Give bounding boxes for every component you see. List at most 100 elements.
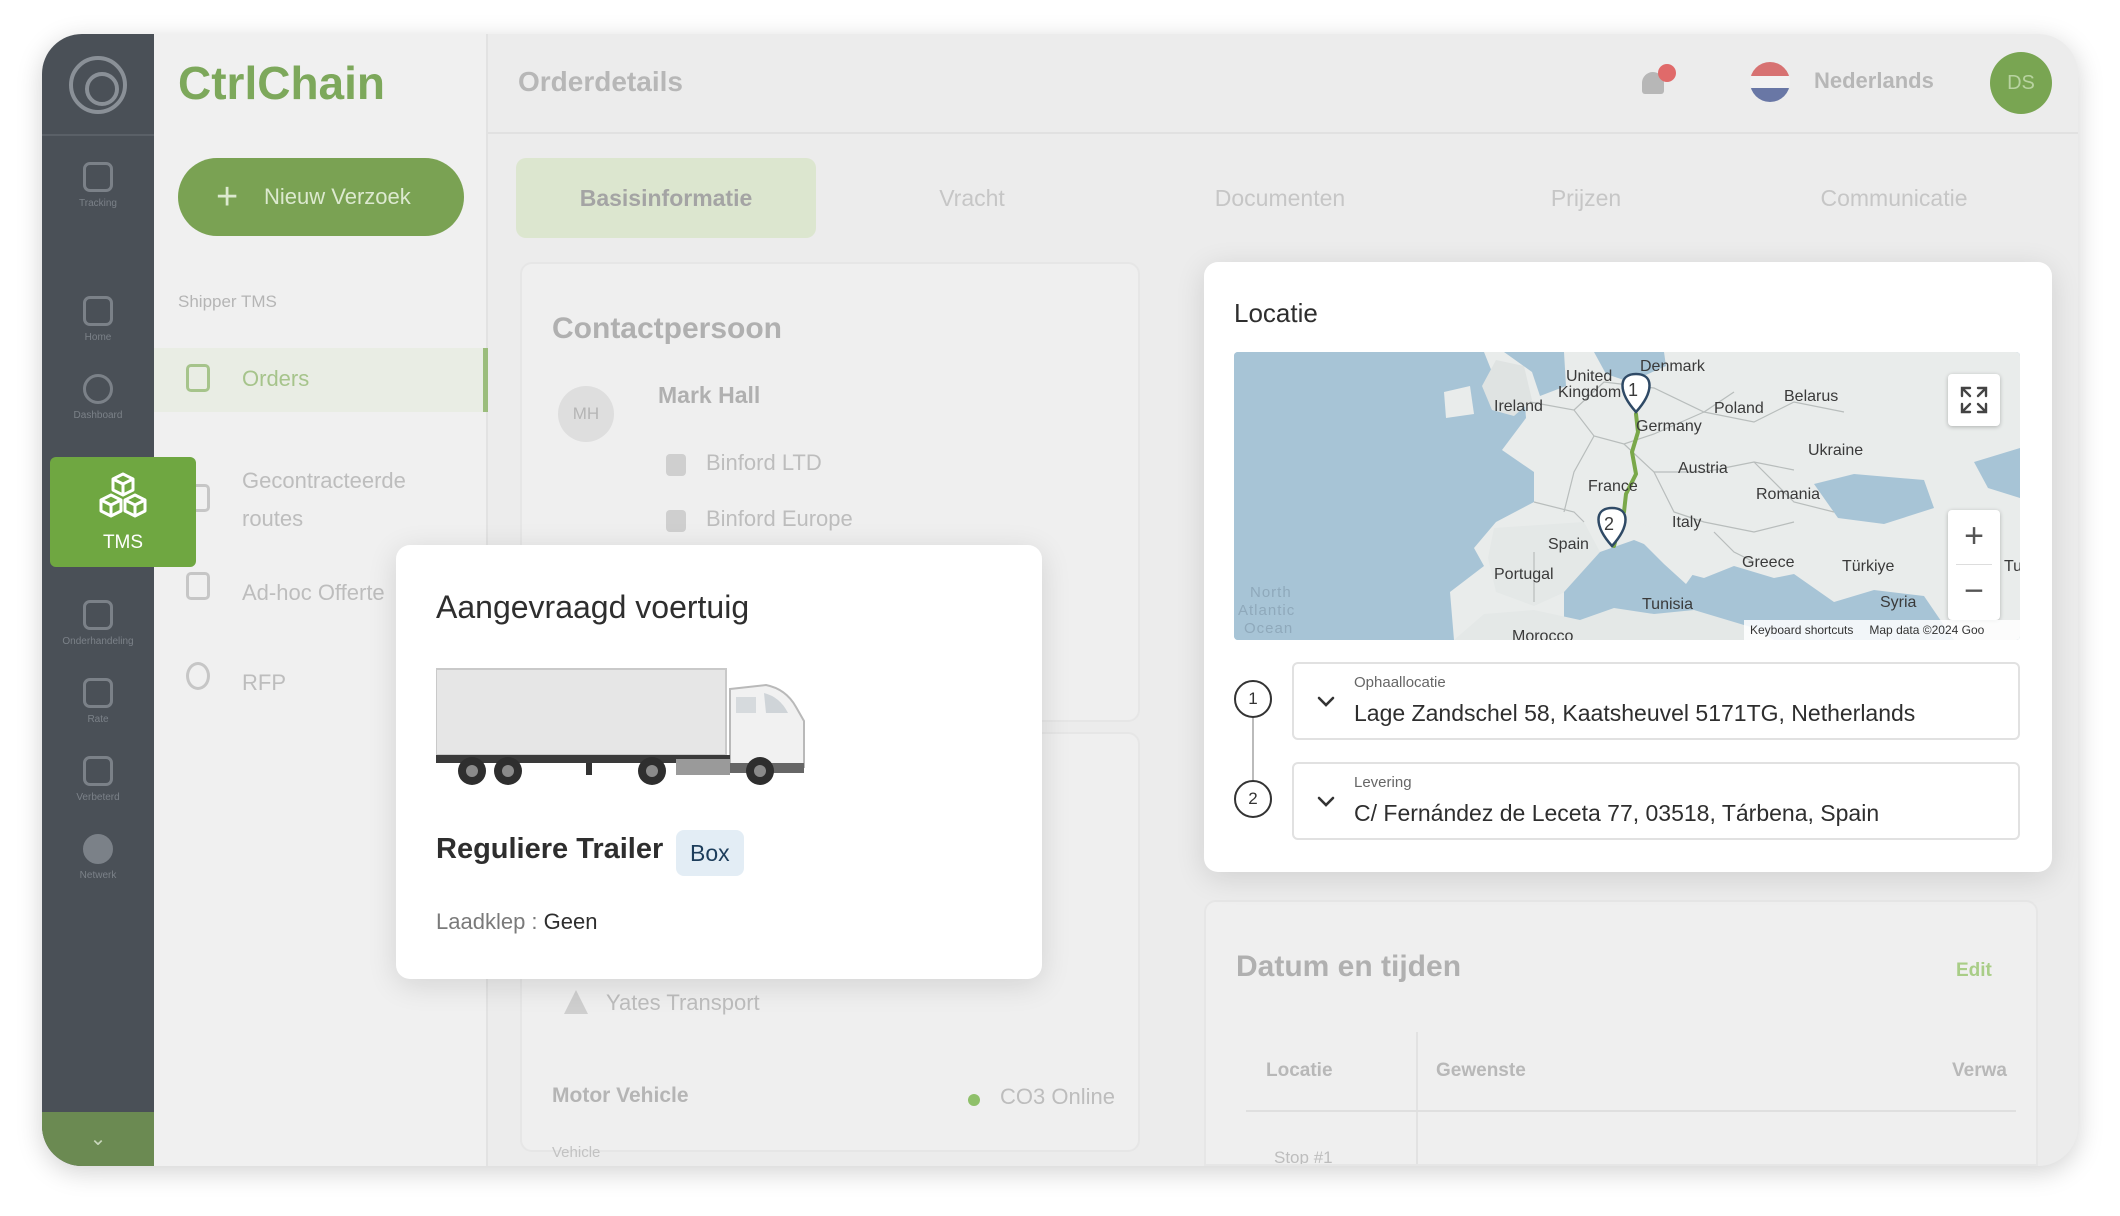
contact-avatar: MH — [558, 386, 614, 442]
map-label: Belarus — [1784, 388, 1839, 405]
company-icon — [666, 510, 686, 532]
carrier-icon — [564, 990, 588, 1014]
nav-item-label: RFP — [242, 670, 286, 695]
chevron-down-icon — [1317, 796, 1335, 807]
dates-edit-link[interactable]: Edit — [1956, 960, 1992, 982]
location-title: Locatie — [1234, 298, 1318, 328]
map-label: Ireland — [1494, 398, 1543, 415]
delivery-label: Levering — [1354, 774, 1412, 791]
map-label: Syria — [1880, 594, 1917, 611]
delivery-address: C/ Fernández de Leceta 77, 03518, Tárben… — [1354, 800, 1880, 826]
map-label: Morocco — [1512, 628, 1574, 640]
dashboard-icon — [83, 374, 113, 404]
notification-dot — [1658, 64, 1676, 82]
sidebar-item-tracking[interactable]: Tracking — [42, 162, 154, 228]
map-fullscreen-button[interactable] — [1948, 374, 2000, 426]
file-icon — [83, 678, 113, 708]
co3-status: CO3 Online — [1000, 1084, 1115, 1109]
tab-vracht[interactable]: Vracht — [822, 158, 1122, 238]
truck-image — [436, 668, 805, 785]
netherlands-flag-icon[interactable] — [1750, 62, 1790, 102]
contact-title: Contactpersoon — [552, 312, 783, 345]
contact-name: Mark Hall — [658, 382, 761, 408]
map-label: Tunisia — [1642, 596, 1693, 613]
home-icon — [83, 296, 113, 326]
sidebar-item-tms-label: TMS — [102, 532, 144, 553]
zoom-in-button[interactable]: + — [1948, 510, 2000, 565]
tab-prijzen[interactable]: Prijzen — [1436, 158, 1736, 238]
trailer-name: Reguliere Trailer — [436, 833, 664, 865]
sidebar-item-tms[interactable]: TMS — [50, 457, 196, 567]
delivery-location-field[interactable]: Levering C/ Fernández de Leceta 77, 0351… — [1292, 762, 2020, 840]
rfp-icon — [186, 662, 210, 690]
sidebar-item-label: Dashboard — [73, 410, 123, 421]
dates-stop-label: Stop #1 — [1274, 1148, 1333, 1166]
tailgate-row: Laadklep : Geen — [436, 909, 598, 934]
map-label: Poland — [1714, 400, 1764, 417]
top-header: Orderdetails Nederlands DS — [488, 34, 2078, 134]
nav-item-label: Gecontracteerde routes — [242, 468, 406, 531]
map-zoom-controls: + − — [1948, 510, 2000, 620]
carrier-name: Yates Transport — [606, 990, 760, 1015]
app-logo-icon[interactable] — [69, 56, 127, 114]
vehicle-label: Vehicle — [552, 1144, 601, 1161]
map-label: Tu — [2004, 558, 2020, 575]
route-map[interactable]: 1 2 United Kingdom Ireland Denmark Germa… — [1234, 352, 2020, 640]
dates-title: Datum en tijden — [1236, 950, 1462, 983]
pickup-location-field[interactable]: Ophaallocatie Lage Zandschel 58, Kaatshe… — [1292, 662, 2020, 740]
sidebar-item-netwerk[interactable]: Netwerk — [42, 834, 154, 900]
status-dot — [968, 1094, 980, 1106]
tab-communicatie[interactable]: Communicatie — [1744, 158, 2044, 238]
sidebar-item-label: Onderhandeling — [62, 636, 134, 647]
page-title: Orderdetails — [518, 66, 683, 97]
sidebar-item-label: Netwerk — [79, 870, 117, 881]
location-card: Locatie 1 2 United Kingdom Ireland Denma… — [1204, 262, 2052, 872]
stop-number-2: 2 — [1234, 780, 1272, 818]
tracking-icon — [83, 162, 113, 192]
map-attribution: Keyboard shortcuts Map data ©2024 Goo — [1744, 620, 2020, 640]
user-avatar[interactable]: DS — [1990, 52, 2052, 114]
keyboard-shortcuts-link[interactable]: Keyboard shortcuts — [1750, 623, 1853, 637]
sidebar-item-verbeterd[interactable]: Verbeterd — [42, 756, 154, 822]
nav-item-label: Ad-hoc Offerte — [242, 580, 385, 605]
map-label: Spain — [1548, 536, 1589, 553]
map-label: Romania — [1756, 486, 1821, 503]
zoom-out-button[interactable]: − — [1948, 565, 2000, 620]
nav-item-contracted-routes[interactable]: Gecontracteerde routes — [154, 454, 488, 544]
map-label: Kingdom — [1558, 384, 1622, 401]
new-request-button[interactable]: + Nieuw Verzoek — [178, 158, 464, 236]
expand-icon — [1960, 386, 1988, 414]
dates-card: Datum en tijden Edit Locatie Gewenste Ve… — [1204, 900, 2038, 1166]
trailer-type-badge: Box — [676, 830, 744, 876]
new-request-label: Nieuw Verzoek — [264, 184, 411, 209]
pickup-address: Lage Zandschel 58, Kaatsheuvel 5171TG, N… — [1354, 700, 1916, 726]
nav-item-orders[interactable]: Orders — [154, 348, 488, 412]
nav-heading: Shipper TMS — [178, 292, 277, 311]
map-label: Austria — [1678, 460, 1728, 477]
tailgate-value: Geen — [543, 909, 598, 934]
chart-icon — [83, 756, 113, 786]
notifications-bell-icon[interactable] — [1638, 64, 1676, 98]
quote-icon — [186, 572, 210, 600]
language-selector[interactable]: Nederlands — [1814, 68, 1934, 94]
map-label: Ukraine — [1808, 442, 1864, 459]
cubes-icon — [99, 472, 147, 518]
sidebar-item-home[interactable]: Home — [42, 296, 154, 362]
sidebar-item-dashboard[interactable]: Dashboard — [42, 374, 154, 440]
network-icon — [83, 834, 113, 864]
sidebar-item-label: Tracking — [79, 198, 117, 209]
plus-icon: + — [216, 176, 239, 218]
motor-vehicle-label: Motor Vehicle — [552, 1084, 689, 1107]
stop-number-1: 1 — [1234, 680, 1272, 718]
sidebar-item-onderhandeling[interactable]: Onderhandeling — [42, 600, 154, 666]
sidebar-collapse-button[interactable]: ⌄ — [42, 1112, 154, 1166]
chevron-down-icon — [1317, 696, 1335, 707]
pickup-label: Ophaallocatie — [1354, 674, 1446, 691]
vehicle-card-title: Aangevraagd voertuig — [436, 589, 750, 625]
tab-basisinformatie[interactable]: Basisinformatie — [516, 158, 816, 238]
tab-documenten[interactable]: Documenten — [1130, 158, 1430, 238]
map-label: Atlantic — [1238, 602, 1296, 619]
map-label: France — [1588, 478, 1638, 495]
sidebar-item-rate[interactable]: Rate — [42, 678, 154, 744]
dates-column-header: Locatie — [1266, 1060, 1333, 1081]
